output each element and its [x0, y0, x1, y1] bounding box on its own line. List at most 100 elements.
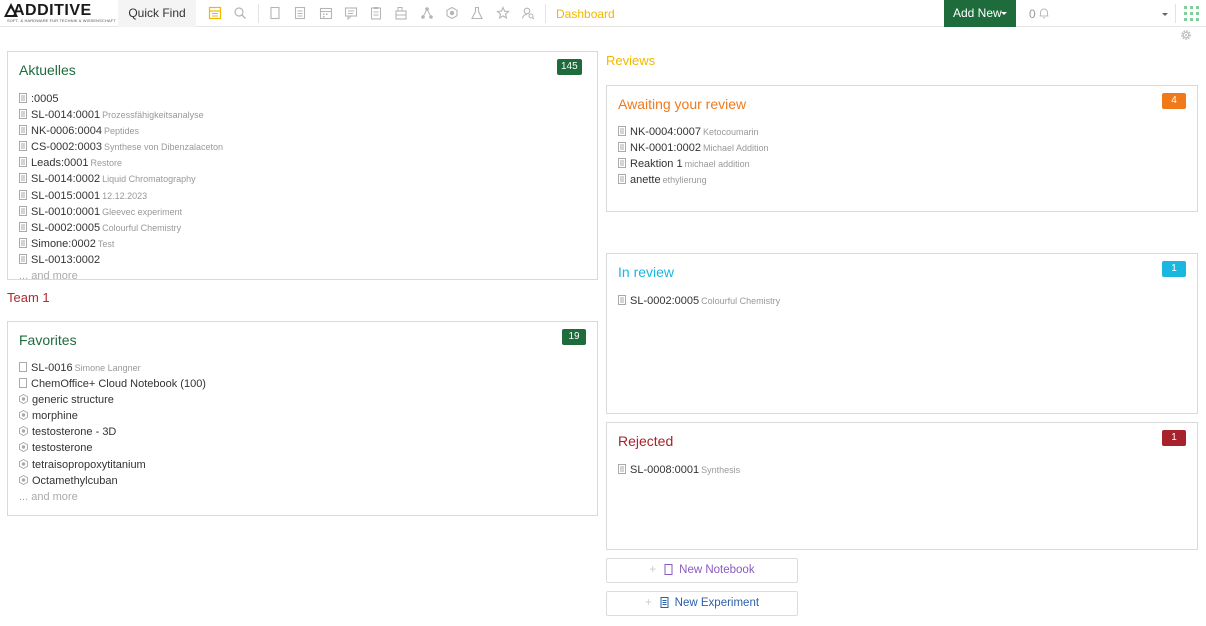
item-subtitle: Test [97, 238, 115, 249]
item-name: NK-0001:0002 [630, 142, 701, 155]
user-menu-chevron-icon[interactable] [1162, 13, 1168, 16]
rejected-list: SL-0008:0001 Synthesis [618, 462, 740, 478]
clipboard-icon[interactable] [369, 6, 383, 20]
item-name: SL-0002:0005 [31, 221, 101, 234]
experiment-icon [19, 108, 27, 124]
plus-icon: + [644, 597, 652, 609]
toolbar-divider [258, 4, 259, 23]
structure-icon[interactable] [445, 6, 459, 20]
team-label: Team 1 [7, 290, 50, 305]
list-item[interactable]: Leads:0001 Restore [19, 155, 223, 171]
toolbar-divider [545, 4, 546, 23]
list-item[interactable]: Simone:0002 Test [19, 236, 223, 252]
panel-title: Aktuelles [19, 62, 76, 78]
list-item[interactable]: NK-0001:0002 Michael Addition [618, 140, 769, 156]
list-item[interactable]: testosterone [19, 440, 206, 456]
item-subtitle: Colourful Chemistry [102, 222, 182, 233]
list-item[interactable]: SL-0014:0001 Prozessfähigkeitsanalyse [19, 107, 223, 123]
plus-icon: + [649, 564, 657, 576]
bell-icon[interactable] [1038, 7, 1050, 19]
experiment-icon [19, 253, 27, 269]
user-search-icon[interactable] [521, 6, 535, 20]
experiment-icon [618, 141, 626, 157]
structure-icon [19, 474, 28, 490]
structure-icon [19, 425, 28, 441]
and-more-link[interactable]: ... and more [19, 268, 223, 284]
item-name: NK-0006:0004 [31, 125, 102, 138]
list-item[interactable]: tetraisopropoxytitanium [19, 457, 206, 473]
experiment-icon [19, 124, 27, 140]
item-name: ChemOffice+ Cloud Notebook (100) [31, 378, 206, 391]
experiment-icon [618, 463, 626, 479]
experiment-icon [19, 237, 27, 253]
and-more-link[interactable]: ... and more [19, 489, 206, 505]
list-item[interactable]: SL-0002:0005 Colourful Chemistry [19, 220, 223, 236]
notebook-icon[interactable] [268, 6, 282, 20]
list-item[interactable]: SL-0016 Simone Langner [19, 360, 206, 376]
list-item[interactable]: Octamethylcuban [19, 473, 206, 489]
item-name: SL-0014:0002 [31, 173, 101, 186]
calendar-icon[interactable] [319, 6, 333, 20]
logo-tagline: SOFT- & HARDWARE FÜR TECHNIK & WISSENSCH… [7, 18, 116, 23]
list-item[interactable]: generic structure [19, 392, 206, 408]
notebook-icon [19, 377, 27, 393]
quick-find-button[interactable]: Quick Find [118, 0, 196, 27]
star-icon[interactable] [496, 6, 510, 20]
list-item[interactable]: SL-0010:0001 Gleevec experiment [19, 204, 223, 220]
list-item[interactable]: NK-0006:0004 Peptides [19, 123, 223, 139]
flask-icon[interactable] [470, 6, 484, 20]
list-item[interactable]: SL-0013:0002 [19, 252, 223, 268]
new-experiment-label: New Experiment [674, 597, 760, 609]
list-item[interactable]: CS-0002:0003 Synthese von Dibenzalaceton [19, 139, 223, 155]
experiment-icon [19, 172, 27, 188]
awaiting-list: NK-0004:0007 Ketocoumarin NK-0001:0002 Mich… [618, 124, 769, 188]
list-item[interactable]: Reaktion 1 michael addition [618, 156, 769, 172]
list-item[interactable]: testosterone - 3D [19, 424, 206, 440]
chevron-down-icon [1001, 12, 1007, 15]
favorites-panel: Favorites 19 SL-0016 Simone Langner ChemOf… [7, 321, 598, 516]
item-name: NK-0004:0007 [630, 126, 701, 138]
dashboard-icon[interactable] [208, 6, 222, 20]
list-item[interactable]: NK-0004:0007 Ketocoumarin [618, 124, 769, 140]
list-item[interactable]: :0005 [19, 91, 223, 107]
messages-icon[interactable] [344, 6, 358, 20]
list-item[interactable]: ChemOffice+ Cloud Notebook (100) [19, 376, 206, 392]
item-name: SL-0008:0001 [630, 464, 700, 476]
experiment-icon [19, 189, 27, 205]
search-icon[interactable] [233, 6, 247, 20]
item-name: Octamethylcuban [32, 474, 118, 487]
aktuelles-list: :0005 SL-0014:0001 Prozessfähigkeitsanalys… [19, 91, 223, 284]
aktuelles-panel: Aktuelles 145 :0005 SL-0014:0001 Prozessfä… [7, 51, 598, 282]
apps-grid-icon[interactable] [1184, 6, 1199, 21]
workflow-icon[interactable] [420, 6, 434, 20]
list-item[interactable]: SL-0015:0001 12.12.2023 [19, 188, 223, 204]
structure-icon [19, 441, 28, 457]
panel-title: Awaiting your review [618, 96, 747, 112]
item-subtitle: Restore [90, 158, 123, 169]
notification-count: 0 [1029, 7, 1036, 21]
count-badge: 1 [1162, 261, 1186, 277]
gear-icon[interactable] [1180, 29, 1192, 41]
logo[interactable]: ADDITIVE SOFT- & HARDWARE FÜR TECHNIK & … [4, 2, 116, 25]
new-notebook-button[interactable]: + New Notebook [606, 558, 798, 583]
item-name: :0005 [31, 93, 59, 105]
experiment-icon[interactable] [293, 6, 307, 20]
item-name: morphine [32, 410, 78, 423]
list-item[interactable]: SL-0002:0005 Colourful Chemistry [618, 293, 780, 309]
list-item[interactable]: morphine [19, 408, 206, 424]
rejected-panel: Rejected 1 SL-0008:0001 Synthesis [606, 422, 1198, 550]
item-subtitle: Synthesis [701, 465, 741, 475]
item-name: SL-0014:0001 [31, 109, 101, 122]
experiment-icon [660, 597, 669, 608]
new-experiment-button[interactable]: + New Experiment [606, 591, 798, 616]
panel-title: In review [618, 264, 675, 280]
list-item[interactable]: SL-0008:0001 Synthesis [618, 462, 740, 478]
item-name: tetraisopropoxytitanium [32, 458, 146, 471]
add-new-button[interactable]: Add New [944, 0, 1016, 27]
item-subtitle: ethylierung [662, 175, 707, 186]
inventory-icon[interactable] [394, 6, 408, 20]
list-item[interactable]: anette ethylierung [618, 172, 769, 188]
list-item[interactable]: SL-0014:0002 Liquid Chromatography [19, 171, 223, 187]
item-subtitle: Gleevec experiment [102, 206, 183, 217]
experiment-icon [19, 205, 27, 221]
